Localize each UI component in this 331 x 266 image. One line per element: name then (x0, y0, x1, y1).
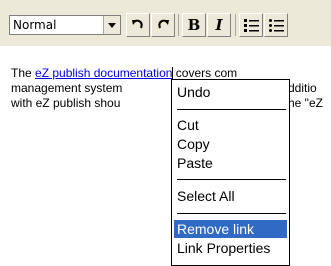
ordered-list-button[interactable] (239, 13, 263, 37)
menu-item-paste[interactable]: Paste (177, 154, 213, 172)
text-fragment: covers com (172, 66, 238, 80)
paragraph-style-value: Normal (13, 18, 57, 32)
menu-item-remove-link[interactable]: Remove link (174, 220, 287, 238)
undo-button[interactable] (126, 13, 150, 37)
undo-icon (132, 19, 143, 29)
text-fragment: with eZ publish shou (11, 96, 121, 110)
context-menu: Undo Cut Copy Paste Select All Remove li… (171, 79, 290, 266)
paragraph-style-select[interactable]: Normal (9, 15, 121, 35)
ordered-list-icon (244, 19, 259, 32)
redo-icon (158, 19, 169, 29)
menu-item-link-properties[interactable]: Link Properties (177, 239, 270, 257)
menu-item-undo[interactable]: Undo (177, 83, 210, 101)
unordered-list-icon (269, 19, 284, 32)
menu-separator (177, 109, 286, 110)
menu-separator (177, 213, 286, 214)
toolbar-separator (178, 14, 179, 36)
italic-button[interactable]: I (207, 13, 231, 37)
text-fragment: dditio (288, 81, 317, 95)
documentation-link[interactable]: eZ publish documentation (35, 66, 172, 80)
redo-button[interactable] (151, 13, 175, 37)
toolbar-separator (235, 14, 236, 36)
text-fragment: he "eZ (288, 96, 323, 110)
editor-toolbar: Normal B I (0, 0, 331, 46)
menu-item-select-all[interactable]: Select All (177, 187, 235, 205)
menu-separator (177, 179, 286, 180)
menu-item-cut[interactable]: Cut (177, 116, 199, 134)
text-fragment: The (11, 66, 36, 80)
text-fragment: management system (11, 81, 123, 95)
bold-button[interactable]: B (182, 13, 206, 37)
unordered-list-button[interactable] (264, 13, 288, 37)
menu-item-copy[interactable]: Copy (177, 135, 210, 153)
chevron-down-icon[interactable] (103, 16, 120, 34)
